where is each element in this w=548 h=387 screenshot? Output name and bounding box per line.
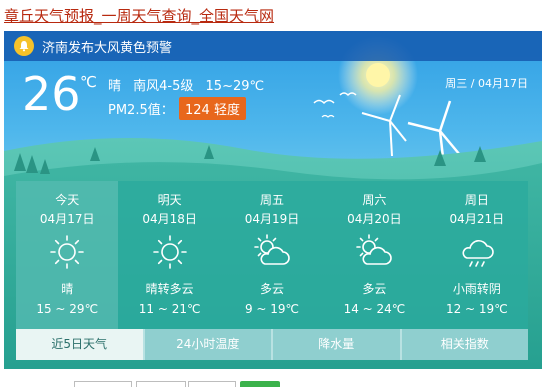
tab-precipitation[interactable]: 降水量 <box>273 329 402 360</box>
rain-icon <box>462 240 494 267</box>
day-range: 12 ~ 19℃ <box>445 302 508 316</box>
alert-bar[interactable]: 济南发布大风黄色预警 <box>4 31 542 61</box>
day-date: 04月18日 <box>142 212 197 226</box>
forecast-day-tomorrow[interactable]: 明天 04月18日 晴转多云 11 ~ 21℃ <box>118 181 220 329</box>
day-range: 9 ~ 19℃ <box>244 302 300 316</box>
tab-5-day[interactable]: 近5日天气 <box>16 329 145 360</box>
partly-cloudy-icon <box>356 234 393 265</box>
forecast-day-sunday[interactable]: 周日 04月21日 小雨转阴 12 ~ 19℃ <box>426 181 528 329</box>
city-select[interactable] <box>136 381 186 387</box>
switch-city-button[interactable] <box>240 381 280 387</box>
current-condition: 晴 <box>108 79 122 94</box>
sun <box>366 63 390 87</box>
day-name: 周日 <box>464 193 489 207</box>
partly-cloudy-icon <box>254 234 290 265</box>
current-wind: 南风4-5级 <box>133 79 194 94</box>
day-range: 15 ~ 29℃ <box>36 302 99 316</box>
forecast-tabs: 近5日天气 24小时温度 降水量 相关指数 <box>16 329 528 360</box>
bird-1 <box>313 99 335 105</box>
day-name: 明天 <box>157 193 182 207</box>
page-title[interactable]: 章丘天气预报_一周天气查询_全国天气网 <box>4 5 274 26</box>
alert-text: 济南发布大风黄色预警 <box>42 40 173 56</box>
temperature-unit: ℃ <box>80 73 97 91</box>
day-range: 14 ~ 24℃ <box>343 302 406 316</box>
day-range: 11 ~ 21℃ <box>138 302 201 316</box>
current-range: 15~29℃ <box>205 79 265 94</box>
province-select[interactable] <box>74 381 132 387</box>
bell-icon <box>14 36 34 56</box>
forecast-day-friday[interactable]: 周五 04月19日 多云 9 ~ 19℃ <box>221 181 323 329</box>
forecast-panel: 今天 04月17日 晴 15 ~ 29℃ 明天 04月18日 晴转多云 11 ~… <box>16 181 528 329</box>
sun-icon <box>50 235 85 269</box>
day-date: 04月19日 <box>244 212 300 226</box>
day-desc: 小雨转阴 <box>452 282 501 296</box>
day-name: 今天 <box>55 193 80 207</box>
day-date: 04月21日 <box>449 212 505 226</box>
bird-3 <box>321 114 335 118</box>
district-select[interactable] <box>188 381 236 387</box>
current-conditions: 晴 南风4-5级 15~29℃ <box>108 75 272 94</box>
day-desc: 多云 <box>362 282 387 296</box>
weather-widget: 济南发布大风黄色预警 26 ℃ 晴 南风4-5级 15~29℃ PM2.5值： … <box>4 31 542 369</box>
current-date: 周三 / 04月17日 <box>445 77 528 90</box>
tab-related-index[interactable]: 相关指数 <box>401 329 528 360</box>
day-name: 周五 <box>260 193 285 207</box>
day-date: 04月20日 <box>347 212 402 226</box>
day-desc: 多云 <box>260 282 285 296</box>
sun-icon <box>152 235 187 269</box>
forecast-day-today[interactable]: 今天 04月17日 晴 15 ~ 29℃ <box>16 181 119 329</box>
day-name: 周六 <box>362 193 387 207</box>
day-desc: 晴转多云 <box>145 282 194 296</box>
day-date: 04月17日 <box>39 212 95 226</box>
pm25-badge: 124 轻度 <box>179 97 246 120</box>
tab-24-hour-temp[interactable]: 24小时温度 <box>144 329 273 360</box>
current-temperature: 26 <box>22 67 81 121</box>
day-desc: 晴 <box>61 282 74 296</box>
forecast-day-saturday[interactable]: 周六 04月20日 多云 14 ~ 24℃ <box>323 181 425 329</box>
pm25-label: PM2.5值： <box>108 103 174 118</box>
